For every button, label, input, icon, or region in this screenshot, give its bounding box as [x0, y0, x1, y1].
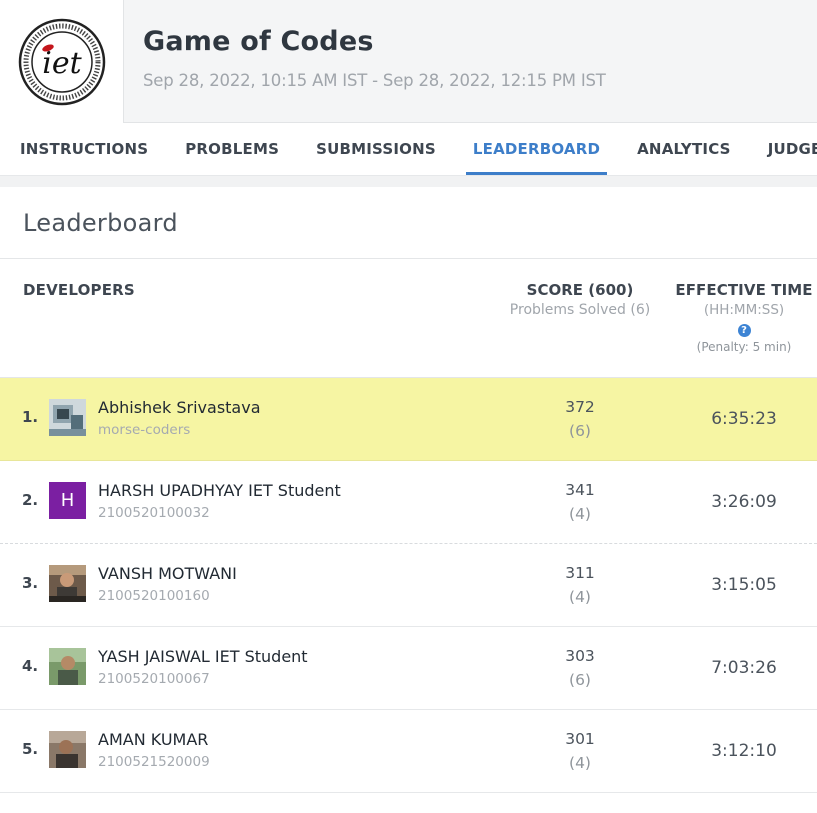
developer-handle: 2100520100067 — [98, 671, 210, 687]
leaderboard-row: 1. Abhishek Srivastava morse-coders 372 … — [0, 378, 817, 461]
rank: 4. — [22, 657, 39, 675]
avatar-photo-icon — [49, 399, 86, 436]
developer-name[interactable]: AMAN KUMAR — [98, 730, 208, 749]
tab-instructions[interactable]: INSTRUCTIONS — [20, 123, 148, 175]
rank: 2. — [22, 491, 39, 509]
developer-handle: 2100521520009 — [98, 754, 210, 770]
avatar-photo-icon — [49, 648, 86, 685]
rank: 3. — [22, 574, 39, 592]
problems-solved-value: (4) — [569, 754, 591, 772]
leaderboard-title: Leaderboard — [23, 209, 178, 237]
leaderboard-header-row: DEVELOPERS SCORE (600) Problems Solved (… — [0, 259, 817, 378]
effective-time-value: 3:12:10 — [711, 741, 777, 761]
tab-leaderboard[interactable]: LEADERBOARD — [465, 123, 608, 175]
contest-dates: Sep 28, 2022, 10:15 AM IST - Sep 28, 202… — [143, 71, 606, 90]
effective-time-value: 3:26:09 — [711, 492, 777, 512]
avatar[interactable]: H — [49, 482, 86, 519]
developer-name[interactable]: VANSH MOTWANI — [98, 564, 237, 583]
leaderboard-row: 4. YASH JAISWAL IET Student 210052010006… — [0, 627, 817, 710]
penalty-label: (Penalty: 5 min) — [696, 340, 792, 354]
score-label: SCORE — [526, 281, 584, 299]
effective-time-value: 3:15:05 — [711, 575, 777, 595]
avatar[interactable] — [49, 565, 86, 602]
avatar[interactable] — [49, 731, 86, 768]
tab-problems[interactable]: PROBLEMS — [185, 123, 279, 175]
developer-name[interactable]: HARSH UPADHYAY IET Student — [98, 481, 341, 500]
score-value: 303 — [565, 647, 595, 665]
score-value: 372 — [565, 398, 595, 416]
effective-time-column-header: EFFECTIVE TIME (HH:MM:SS) ? (Penalty: 5 … — [672, 281, 816, 354]
rank: 1. — [22, 408, 39, 426]
avatar[interactable] — [49, 399, 86, 436]
effective-time-value: 6:35:23 — [711, 409, 777, 429]
problems-solved-label: Problems Solved (6) — [509, 302, 651, 318]
iet-logo-icon: iet — [18, 18, 105, 105]
score-value: 301 — [565, 730, 595, 748]
contest-header: iet Game of Codes Sep 28, 2022, 10:15 AM… — [0, 0, 817, 123]
developer-handle: morse-coders — [98, 422, 191, 438]
logo-container: iet — [0, 0, 124, 123]
developer-handle: 2100520100032 — [98, 505, 210, 521]
tab-submissions[interactable]: SUBMISSIONS — [316, 123, 436, 175]
score-value: 311 — [565, 564, 595, 582]
time-format-label: (HH:MM:SS) — [703, 302, 785, 318]
score-header-label: SCORE (600) — [495, 281, 665, 299]
avatar-photo-icon — [49, 731, 86, 768]
tab-judge[interactable]: JUDGE — [768, 123, 817, 175]
score-total: (600) — [588, 281, 634, 299]
problems-solved-value: (4) — [569, 588, 591, 606]
title-area: Game of Codes Sep 28, 2022, 10:15 AM IST… — [124, 0, 606, 122]
contest-tabs: INSTRUCTIONS PROBLEMS SUBMISSIONS LEADER… — [0, 123, 817, 176]
problems-solved-value: (6) — [569, 422, 591, 440]
developer-name[interactable]: Abhishek Srivastava — [98, 398, 261, 417]
effective-time-value: 7:03:26 — [711, 658, 777, 678]
developer-handle: 2100520100160 — [98, 588, 210, 604]
score-value: 341 — [565, 481, 595, 499]
leaderboard-title-row: Leaderboard — [0, 187, 817, 259]
section-gap — [0, 176, 817, 187]
tab-analytics[interactable]: ANALYTICS — [637, 123, 731, 175]
problems-solved-value: (4) — [569, 505, 591, 523]
help-icon[interactable]: ? — [737, 324, 751, 337]
rank: 5. — [22, 740, 39, 758]
leaderboard-row: 2. H HARSH UPADHYAY IET Student 21005201… — [0, 461, 817, 544]
leaderboard-row: 5. AMAN KUMAR 2100521520009 301 (4) 3:12… — [0, 710, 817, 793]
contest-title: Game of Codes — [143, 26, 374, 57]
avatar-photo-icon — [49, 565, 86, 602]
problems-solved-value: (6) — [569, 671, 591, 689]
developer-name[interactable]: YASH JAISWAL IET Student — [98, 647, 308, 666]
avatar[interactable] — [49, 648, 86, 685]
effective-time-label: EFFECTIVE TIME — [675, 281, 813, 299]
svg-text:iet: iet — [42, 46, 82, 81]
developers-column-header: DEVELOPERS — [23, 281, 135, 299]
score-column-header: SCORE (600) Problems Solved (6) — [495, 281, 665, 318]
leaderboard-row: 3. VANSH MOTWANI 2100520100160 311 (4) 3… — [0, 544, 817, 627]
